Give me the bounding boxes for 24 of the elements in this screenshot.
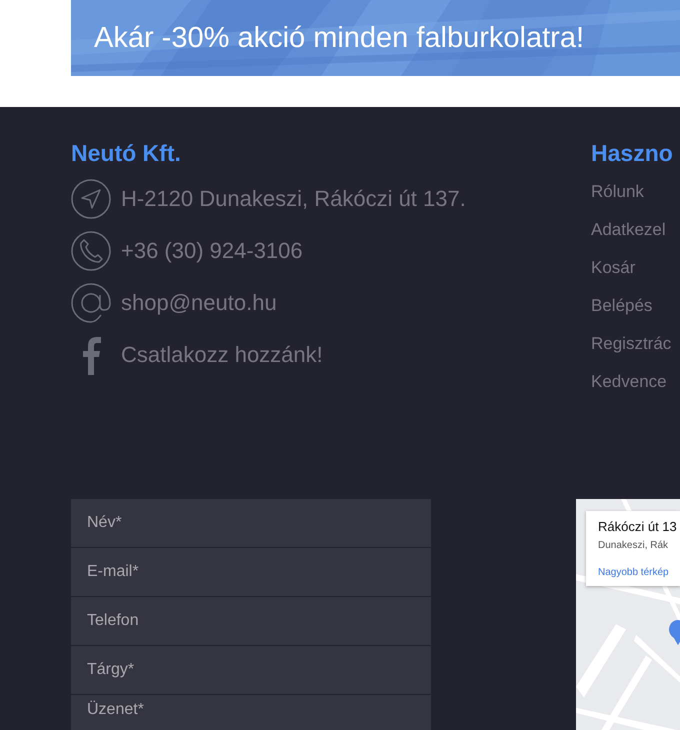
input-field[interactable]: E-mail*	[71, 548, 431, 596]
banner-heading: Akár -30% akció minden falburkolatra!	[94, 22, 584, 54]
at-sign-icon	[71, 283, 111, 323]
contact-text[interactable]: H-2120 Dunakeszi, Rákóczi út 137.	[121, 186, 466, 212]
footer-link[interactable]: Adatkezel	[591, 211, 673, 249]
input-field[interactable]: Telefon	[71, 597, 431, 645]
place-title: Rákóczi út 13	[598, 519, 678, 534]
company-heading: Neutó Kft.	[71, 140, 182, 167]
place-address: Dunakeszi, Rák	[598, 540, 670, 551]
footer-link[interactable]: Belépés	[591, 287, 673, 325]
contact-text[interactable]: +36 (30) 924-3106	[121, 238, 303, 264]
contact-text[interactable]: shop@neuto.hu	[121, 290, 277, 316]
phone-icon	[71, 231, 111, 271]
footer-link[interactable]: Kedvence	[591, 363, 673, 401]
links-heading: Haszno	[591, 140, 673, 167]
footer-link[interactable]: Rólunk	[591, 173, 673, 211]
footer-link[interactable]: Kosár	[591, 249, 673, 287]
larger-map-link[interactable]: Nagyobb térkép	[598, 567, 680, 578]
message-field[interactable]: Üzenet*	[71, 695, 431, 730]
contact-text[interactable]: Csatlakozz hozzánk!	[121, 342, 323, 368]
input-field[interactable]: Tárgy*	[71, 646, 431, 694]
input-field[interactable]: Név*	[71, 499, 431, 547]
navigation-icon	[71, 179, 111, 219]
footer-link[interactable]: Regisztrác	[591, 325, 673, 363]
